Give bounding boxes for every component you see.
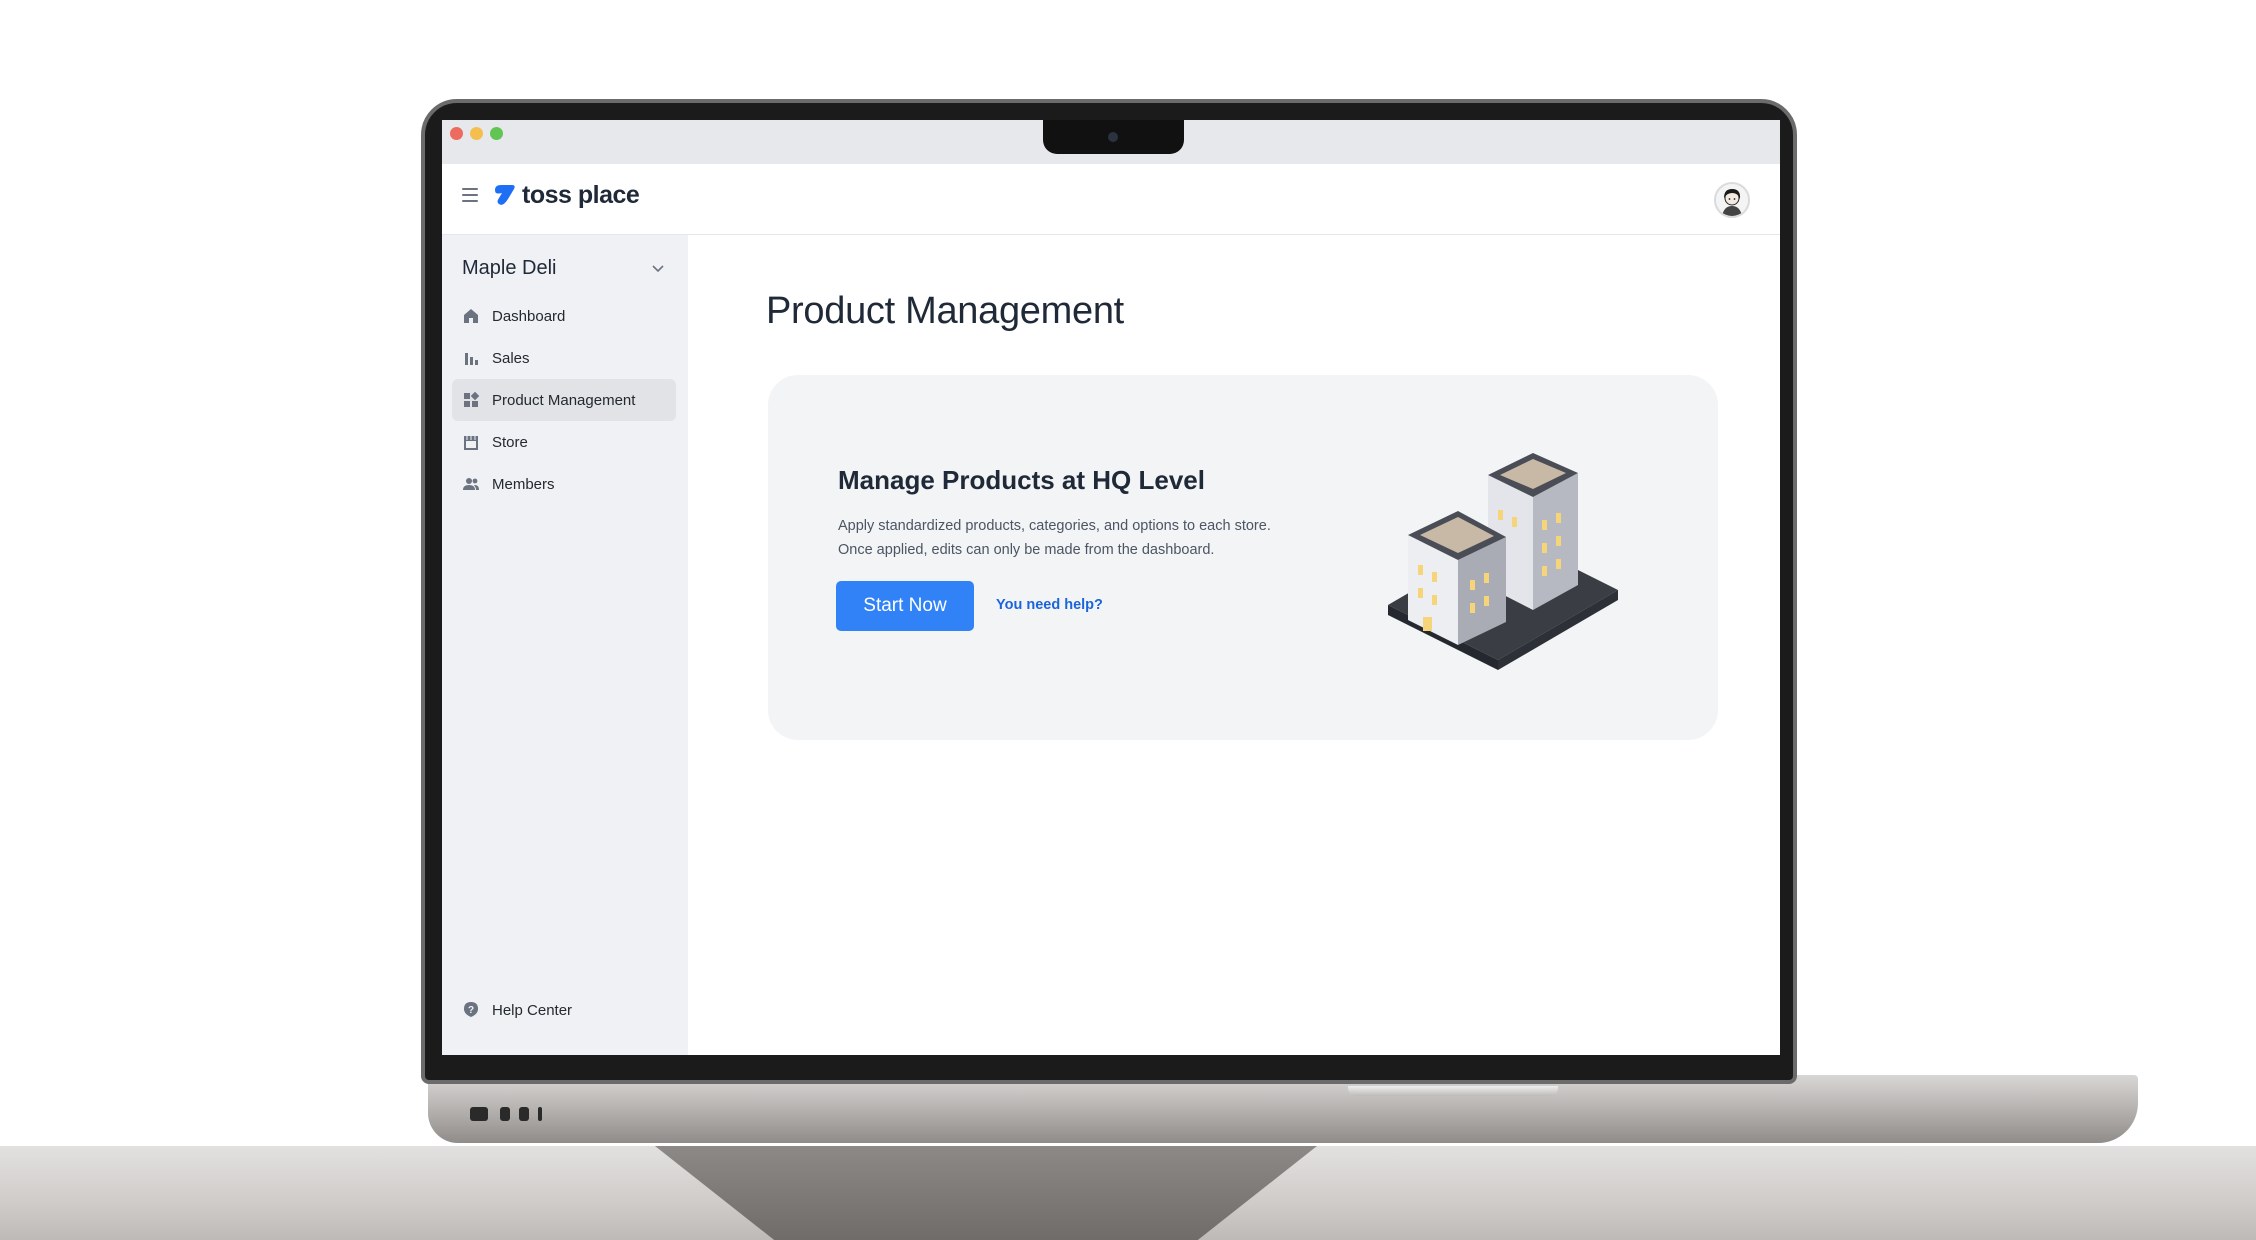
sidebar-item-label: Sales [492,349,530,367]
window-close-button[interactable] [450,127,463,140]
store-selector[interactable]: Maple Deli [462,253,682,283]
card-description-line: Once applied, edits can only be made fro… [838,542,1215,558]
window-minimize-button[interactable] [470,127,483,140]
user-avatar[interactable] [1714,182,1750,218]
people-icon [462,475,480,493]
window-zoom-button[interactable] [490,127,503,140]
brand-name: toss place [522,180,640,209]
sidebar-item-label: Dashboard [492,307,566,325]
card-title: Manage Products at HQ Level [838,465,1205,495]
card-description-line: Apply standardized products, categories,… [838,518,1271,534]
camera-icon [1108,132,1118,142]
help-center-label: Help Center [492,1001,573,1019]
brand-logo[interactable]: toss place [492,180,640,210]
sidebar-item-store[interactable]: Store [452,421,676,463]
chevron-down-icon [652,265,664,273]
sidebar-item-label: Store [492,433,528,451]
sidebar-item-product-management[interactable]: Product Management [452,379,676,421]
storefront-icon [462,433,480,451]
app-window: toss place Maple Deli Dashboard Sales Pr… [442,120,1780,1055]
laptop-port [500,1107,510,1121]
sidebar-item-dashboard[interactable]: Dashboard [452,295,676,337]
help-icon: ? [462,1001,480,1019]
sidebar-item-label: Members [492,475,555,493]
laptop-base [428,1075,2138,1143]
grid-icon [462,391,480,409]
buildings-illustration [1388,453,1618,670]
app-header: toss place [442,164,1780,235]
sidebar-item-members[interactable]: Members [452,463,676,505]
hamburger-icon[interactable] [462,188,478,202]
laptop-hinge [1348,1086,1558,1096]
laptop-port [470,1107,488,1121]
page-title: Product Management [766,290,1124,332]
card-description: Apply standardized products, categories,… [838,514,1358,562]
home-icon [462,307,480,325]
start-now-button[interactable]: Start Now [836,581,974,631]
sidebar-item-sales[interactable]: Sales [452,337,676,379]
store-name: Maple Deli [462,256,557,279]
laptop-port [519,1107,529,1121]
help-center-link[interactable]: ? Help Center [462,995,572,1025]
svg-text:?: ? [468,1005,474,1016]
bar-chart-icon [462,349,480,367]
main-content: Product Management Manage Products at HQ… [688,235,1780,1055]
laptop-port [538,1107,542,1121]
hq-management-card: Manage Products at HQ Level Apply standa… [768,375,1718,740]
toss-logo-icon [495,185,515,205]
sidebar-nav: Dashboard Sales Product Management Store [452,295,676,505]
avatar-portrait-icon [1722,189,1742,216]
sidebar: Maple Deli Dashboard Sales Product Manag… [442,235,688,1055]
sidebar-item-label: Product Management [492,391,636,409]
camera-notch [1043,120,1184,154]
need-help-link[interactable]: You need help? [996,597,1103,613]
